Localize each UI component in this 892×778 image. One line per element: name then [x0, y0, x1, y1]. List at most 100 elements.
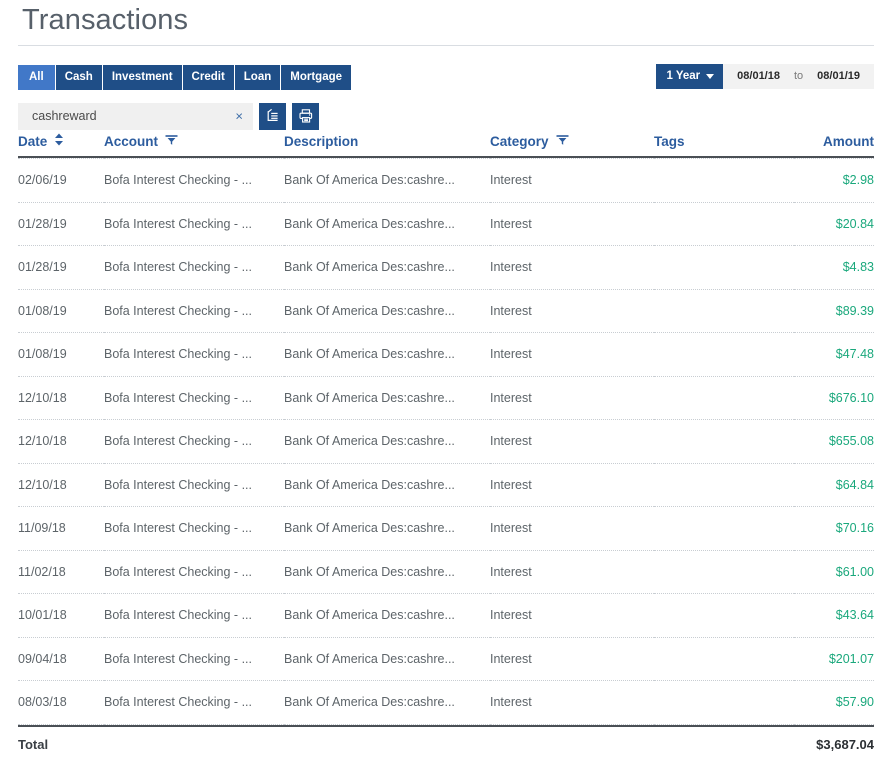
table-row[interactable]: 01/08/19 Bofa Interest Checking - ... Bank… — [18, 332, 874, 377]
table-footer-total: Total $3,687.04 — [18, 724, 874, 763]
cell-amount: $2.98 — [794, 158, 874, 203]
table-row[interactable]: 12/10/18 Bofa Interest Checking - ... Bank… — [18, 376, 874, 420]
column-header-description[interactable]: Description — [284, 133, 490, 157]
chevron-down-icon — [706, 74, 715, 79]
column-header-amount[interactable]: Amount — [794, 133, 874, 157]
cell-description: Bank Of America Des:cashre... — [284, 506, 490, 551]
clear-search-icon[interactable]: × — [235, 110, 243, 123]
cell-description: Bank Of America Des:cashre... — [284, 202, 490, 246]
cell-tags — [654, 463, 794, 507]
cell-account: Bofa Interest Checking - ... — [104, 289, 284, 333]
cell-tags — [654, 680, 794, 725]
cell-category: Interest — [490, 593, 654, 638]
table-row[interactable]: 02/06/19 Bofa Interest Checking - ... Bank… — [18, 158, 874, 203]
printer-icon[interactable] — [292, 102, 319, 130]
date-range-end[interactable]: 08/01/19 — [803, 64, 874, 89]
column-header-account[interactable]: Account — [104, 133, 284, 157]
table-row[interactable]: 09/04/18 Bofa Interest Checking - ... Bank… — [18, 637, 874, 681]
type-tab-all[interactable]: All — [18, 64, 56, 90]
cell-tags — [654, 550, 794, 594]
cell-category: Interest — [490, 637, 654, 681]
cell-category: Interest — [490, 419, 654, 464]
cell-description: Bank Of America Des:cashre... — [284, 680, 490, 725]
column-header-category[interactable]: Category — [490, 133, 654, 157]
table-body-wrapper: 02/06/19 Bofa Interest Checking - ... Bank… — [0, 158, 892, 725]
table-row[interactable]: 11/09/18 Bofa Interest Checking - ... Bank… — [18, 506, 874, 551]
column-header-date[interactable]: Date — [18, 133, 104, 157]
toolbar: All Cash Investment Credit Loan Mortgage 1 Ye… — [0, 58, 892, 96]
cell-category: Interest — [490, 332, 654, 377]
cell-amount: $201.07 — [794, 637, 874, 681]
filter-icon[interactable] — [556, 134, 569, 149]
table-row[interactable]: 08/03/18 Bofa Interest Checking - ... Bank… — [18, 680, 874, 725]
cell-amount: $57.90 — [794, 680, 874, 725]
cell-tags — [654, 376, 794, 420]
cell-date: 02/06/19 — [18, 158, 104, 203]
type-tab-mortgage[interactable]: Mortgage — [281, 64, 352, 90]
edit-list-icon[interactable] — [259, 102, 286, 130]
cell-date: 11/09/18 — [18, 506, 104, 551]
cell-description: Bank Of America Des:cashre... — [284, 245, 490, 290]
cell-date: 01/08/19 — [18, 332, 104, 377]
cell-amount: $64.84 — [794, 463, 874, 507]
column-label-tags: Tags — [654, 134, 685, 149]
cell-description: Bank Of America Des:cashre... — [284, 376, 490, 420]
cell-tags — [654, 245, 794, 290]
cell-description: Bank Of America Des:cashre... — [284, 158, 490, 203]
cell-category: Interest — [490, 289, 654, 333]
title-divider — [18, 45, 874, 46]
table-row[interactable]: 12/10/18 Bofa Interest Checking - ... Bank… — [18, 419, 874, 464]
type-tab-credit[interactable]: Credit — [182, 64, 235, 90]
cell-amount: $47.48 — [794, 332, 874, 377]
cell-date: 09/04/18 — [18, 637, 104, 681]
cell-amount: $676.10 — [794, 376, 874, 420]
cell-amount: $89.39 — [794, 289, 874, 333]
cell-account: Bofa Interest Checking - ... — [104, 637, 284, 681]
date-range-preset-select[interactable]: 1 Year — [656, 64, 724, 89]
cell-description: Bank Of America Des:cashre... — [284, 332, 490, 377]
search-row: × — [0, 99, 892, 133]
cell-date: 08/03/18 — [18, 680, 104, 725]
transactions-table: 02/06/19 Bofa Interest Checking - ... Bank… — [18, 158, 874, 725]
cell-description: Bank Of America Des:cashre... — [284, 463, 490, 507]
column-label-description: Description — [284, 134, 359, 149]
cell-account: Bofa Interest Checking - ... — [104, 680, 284, 725]
table-row[interactable]: 01/08/19 Bofa Interest Checking - ... Bank… — [18, 289, 874, 333]
type-tab-loan[interactable]: Loan — [234, 64, 282, 90]
cell-date: 12/10/18 — [18, 419, 104, 464]
cell-account: Bofa Interest Checking - ... — [104, 202, 284, 246]
cell-date: 12/10/18 — [18, 376, 104, 420]
type-tab-cash[interactable]: Cash — [55, 64, 103, 90]
date-range-start[interactable]: 08/01/18 — [723, 64, 794, 89]
column-header-tags[interactable]: Tags — [654, 133, 794, 157]
table-row[interactable]: 12/10/18 Bofa Interest Checking - ... Bank… — [18, 463, 874, 507]
table-row[interactable]: 11/02/18 Bofa Interest Checking - ... Bank… — [18, 550, 874, 594]
sort-icon[interactable] — [54, 133, 64, 149]
type-tab-investment[interactable]: Investment — [102, 64, 183, 90]
cell-amount: $61.00 — [794, 550, 874, 594]
filter-icon[interactable] — [165, 134, 178, 149]
cell-account: Bofa Interest Checking - ... — [104, 419, 284, 464]
cell-tags — [654, 202, 794, 246]
column-label-category: Category — [490, 134, 549, 149]
cell-category: Interest — [490, 245, 654, 290]
cell-account: Bofa Interest Checking - ... — [104, 593, 284, 638]
cell-amount: $70.16 — [794, 506, 874, 551]
cell-tags — [654, 419, 794, 464]
cell-date: 10/01/18 — [18, 593, 104, 638]
cell-date: 12/10/18 — [18, 463, 104, 507]
cell-description: Bank Of America Des:cashre... — [284, 637, 490, 681]
table-row[interactable]: 10/01/18 Bofa Interest Checking - ... Bank… — [18, 593, 874, 638]
cell-tags — [654, 158, 794, 203]
cell-description: Bank Of America Des:cashre... — [284, 419, 490, 464]
cell-tags — [654, 506, 794, 551]
cell-tags — [654, 289, 794, 333]
column-label-date: Date — [18, 133, 48, 149]
table-row[interactable]: 01/28/19 Bofa Interest Checking - ... Bank… — [18, 202, 874, 246]
cell-account: Bofa Interest Checking - ... — [104, 550, 284, 594]
transactions-page: Transactions All Cash Investment Credit Loan… — [0, 0, 892, 778]
cell-account: Bofa Interest Checking - ... — [104, 376, 284, 420]
search-input[interactable] — [18, 102, 253, 130]
table-row[interactable]: 01/28/19 Bofa Interest Checking - ... Bank… — [18, 245, 874, 290]
table-header-row: Date Account Description Category Tags A… — [18, 133, 874, 157]
